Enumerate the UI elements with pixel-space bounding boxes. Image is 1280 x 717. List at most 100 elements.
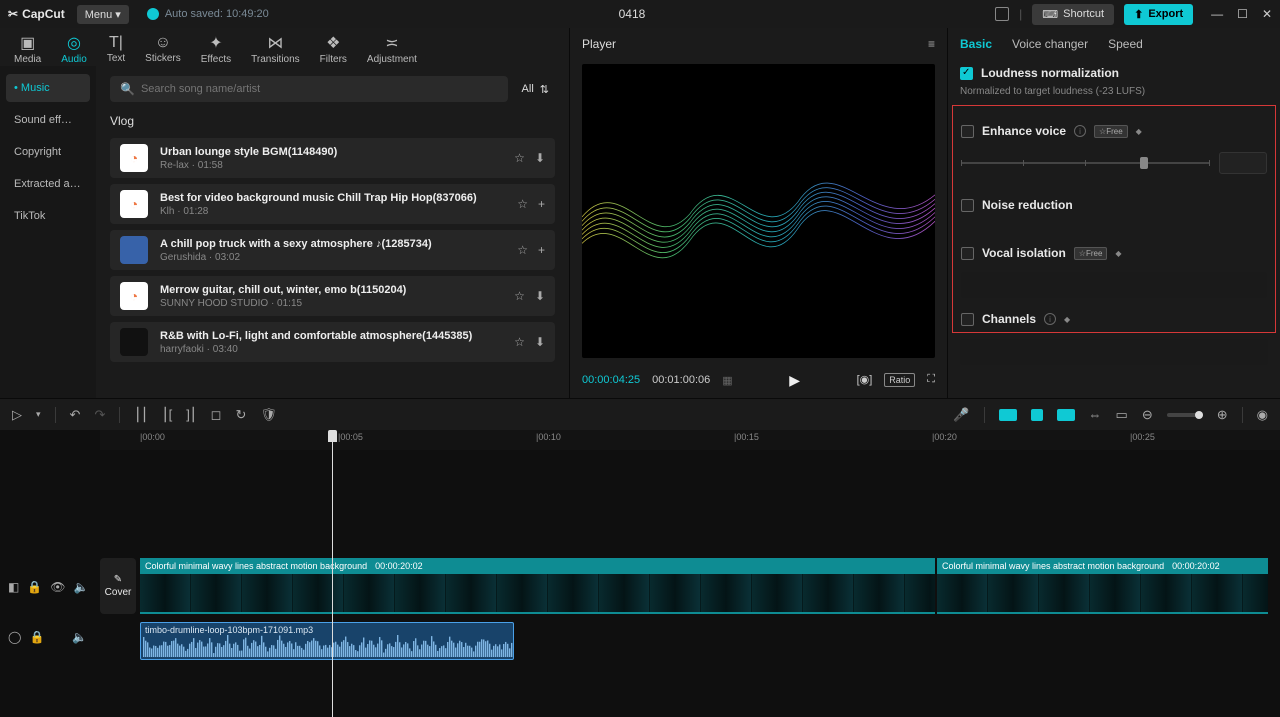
auto-align-icon[interactable] [999,409,1017,421]
tab-speed[interactable]: Speed [1108,37,1143,51]
list-view-icon[interactable]: ▦ [722,374,732,387]
trim-left-icon[interactable]: ⎮[ [162,407,172,423]
snap-end-icon[interactable] [1057,409,1075,421]
audio-clip[interactable]: timbo-drumline-loop-103bpm-171091.mp3 [140,622,514,660]
eye-icon[interactable]: 👁 [50,580,65,594]
clip-name: Colorful minimal wavy lines abstract mot… [145,561,367,573]
minimize-icon[interactable]: — [1211,7,1223,21]
song-item[interactable]: R&B with Lo-Fi, light and comfortable at… [110,322,555,362]
tool-tab-media[interactable]: ▣Media [6,32,49,66]
trim-right-icon[interactable]: ]⎮ [186,407,196,423]
vocal-isolation-checkbox[interactable] [961,247,974,260]
info-icon[interactable]: i [1044,313,1056,325]
tool-tab-transitions[interactable]: ⋈Transitions [243,32,308,66]
lock-icon[interactable]: 🔒 [29,630,44,644]
layout-icon[interactable] [995,7,1009,21]
player-menu-icon[interactable]: ≡ [928,37,935,51]
zoom-in-icon[interactable]: ⊕ [1217,407,1228,423]
link-icon[interactable]: ⇔ [1089,407,1102,422]
split-icon[interactable]: ⎮⎮ [134,407,148,423]
close-icon[interactable]: ✕ [1262,7,1272,21]
zoom-out-icon[interactable]: ⊖ [1142,407,1153,423]
fit-icon[interactable]: ◉ [1257,407,1268,423]
snap-center-icon[interactable] [1031,409,1043,421]
list-heading: Vlog [110,114,555,128]
search-input[interactable] [141,83,498,95]
mute-icon[interactable]: 🔈 [72,630,87,644]
search-input-wrap[interactable]: 🔍 [110,76,508,102]
favorite-icon[interactable]: ☆ [514,335,525,349]
download-icon[interactable]: ⬇ [535,289,545,303]
video-preview[interactable] [582,64,935,358]
favorite-icon[interactable]: ☆ [514,151,525,165]
mute-icon[interactable]: 🔈 [74,580,89,594]
text-icon: T| [109,34,123,52]
noise-reduction-checkbox[interactable] [961,199,974,212]
channels-select[interactable] [960,339,1268,365]
song-item[interactable]: ◔ Urban lounge style BGM(1148490) Re-lax… [110,138,555,178]
time-current: 00:00:04:25 [582,374,640,386]
maximize-icon[interactable]: ☐ [1237,7,1248,21]
tool-tab-filters[interactable]: ❖Filters [312,32,355,66]
tab-basic[interactable]: Basic [960,37,992,51]
song-item[interactable]: A chill pop truck with a sexy atmosphere… [110,230,555,270]
download-icon[interactable]: + [538,197,545,211]
enhance-value-stepper[interactable] [1219,152,1267,174]
vocal-isolation-select[interactable] [961,272,1267,298]
channels-checkbox[interactable] [961,313,974,326]
lock-icon[interactable]: 🔒 [27,580,42,594]
time-total: 00:01:00:06 [652,374,710,386]
play-button[interactable]: ▶ [789,372,800,389]
enhance-voice-checkbox[interactable] [961,125,974,138]
tool-tab-text[interactable]: T|Text [99,32,133,66]
scan-icon[interactable]: [◉] [857,373,873,387]
tool-tab-effects[interactable]: ✦Effects [193,32,239,66]
menu-button[interactable]: Menu ▾ [77,5,129,24]
video-clip-1[interactable]: Colorful minimal wavy lines abstract mot… [140,558,935,614]
crop-icon[interactable]: ◻ [211,407,222,423]
tool-tab-stickers[interactable]: ☺Stickers [137,32,189,66]
gutter-toggle-icon[interactable]: ◯ [8,630,21,644]
tool-tab-audio[interactable]: ◎Audio [53,32,95,66]
shortcut-button[interactable]: ⌨ Shortcut [1032,4,1114,25]
song-item[interactable]: ◔ Merrow guitar, chill out, winter, emo … [110,276,555,316]
export-button[interactable]: ⬆ Export [1124,4,1193,25]
undo-icon[interactable]: ↶ [70,407,81,423]
redo-icon[interactable]: ↷ [94,407,105,423]
filter-all-button[interactable]: All ⇅ [516,76,555,102]
song-thumb: ◔ [120,282,148,310]
download-icon[interactable]: ⬇ [535,151,545,165]
playhead[interactable] [332,430,333,717]
sidebar-item-copyright[interactable]: Copyright [6,138,90,166]
enhance-slider[interactable] [961,162,1209,164]
fullscreen-icon[interactable]: ⛶ [927,373,935,387]
preview-icon[interactable]: ▭ [1116,407,1128,423]
ratio-button[interactable]: Ratio [884,373,915,387]
pointer-tool-icon[interactable]: ▷ [12,407,22,423]
loudness-checkbox[interactable] [960,67,973,80]
video-clip-2[interactable]: Colorful minimal wavy lines abstract mot… [937,558,1268,614]
sidebar-item-extracteda[interactable]: Extracted a… [6,170,90,198]
project-title: 0418 [269,7,995,21]
reverse-icon[interactable]: ↻ [235,407,246,423]
favorite-icon[interactable]: ☆ [517,197,528,211]
filter-icon: ⇅ [540,83,549,96]
favorite-icon[interactable]: ☆ [517,243,528,257]
tool-tab-adjustment[interactable]: ≍Adjustment [359,32,425,66]
shield-icon[interactable]: 🛡 [260,407,277,423]
download-icon[interactable]: ⬇ [535,335,545,349]
sidebar-item-music[interactable]: • Music [6,74,90,102]
favorite-icon[interactable]: ☆ [514,289,525,303]
sidebar-item-soundeff[interactable]: Sound eff… [6,106,90,134]
info-icon[interactable]: i [1074,125,1086,137]
autosave-dot-icon [147,8,159,20]
cover-button[interactable]: ✎ Cover [100,558,136,614]
mic-icon[interactable]: 🎤 [953,407,969,423]
download-icon[interactable]: + [538,243,545,257]
pointer-dropdown-icon[interactable]: ▾ [36,409,41,420]
tab-voice-changer[interactable]: Voice changer [1012,37,1088,51]
song-item[interactable]: ◔ Best for video background music Chill … [110,184,555,224]
gutter-toggle-icon[interactable]: ◧ [8,580,19,594]
zoom-slider[interactable] [1167,413,1203,417]
sidebar-item-tiktok[interactable]: TikTok [6,202,90,230]
